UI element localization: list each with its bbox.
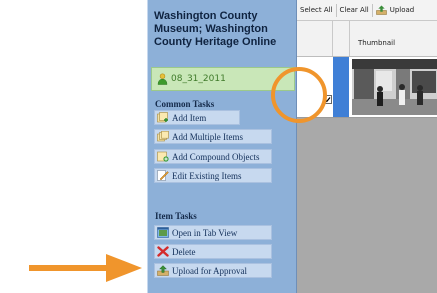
annotation-arrow-icon (29, 254, 142, 282)
task-delete[interactable]: Delete (154, 244, 272, 259)
add-compound-object-icon (157, 151, 169, 162)
task-open-in-tab-view[interactable]: Open in Tab View (154, 225, 272, 240)
task-label: Edit Existing Items (172, 170, 242, 181)
task-add-compound-objects[interactable]: Add Compound Objects (154, 149, 272, 164)
add-multiple-items-icon (157, 131, 169, 142)
upload-icon (157, 265, 169, 276)
common-tasks-title: Common Tasks (155, 99, 215, 109)
task-label: Delete (172, 246, 196, 257)
task-add-multiple-items[interactable]: Add Multiple Items (154, 129, 272, 144)
row-checkbox[interactable] (323, 95, 332, 104)
header-check-cell (297, 21, 333, 56)
upload-icon (375, 5, 387, 15)
grid-toolbar: Select All Clear All Upload (297, 0, 437, 21)
item-tasks-title: Item Tasks (155, 211, 197, 221)
upload-button-label: Upload (389, 6, 415, 14)
upload-button[interactable]: Upload (373, 5, 418, 15)
thumbnail-column-header[interactable]: Thumbnail (358, 39, 395, 47)
select-all-button[interactable]: Select All (297, 6, 336, 14)
item-grid-area: Select All Clear All Upload Thumbnail (297, 0, 437, 293)
task-sidebar: Washington County Museum; Washington Cou… (147, 0, 297, 293)
item-thumbnail[interactable] (352, 59, 437, 115)
task-label: Add Multiple Items (172, 131, 243, 142)
user-icon (156, 73, 168, 85)
grid-header-row: Thumbnail (297, 21, 437, 57)
add-item-icon (157, 112, 169, 123)
task-add-item[interactable]: Add Item (154, 110, 240, 125)
tab-view-icon (157, 227, 169, 238)
task-label: Open in Tab View (172, 227, 238, 238)
task-label: Add Item (172, 112, 207, 123)
task-upload-for-approval[interactable]: Upload for Approval (154, 263, 272, 278)
task-label: Upload for Approval (172, 265, 247, 276)
table-row[interactable] (297, 57, 437, 118)
row-selection-indicator (333, 57, 349, 117)
edit-items-icon (157, 170, 169, 181)
user-box[interactable]: 08_31_2011 (151, 67, 295, 91)
clear-all-button[interactable]: Clear All (337, 6, 372, 14)
user-name: 08_31_2011 (171, 74, 226, 84)
collection-title: Washington County Museum; Washington Cou… (154, 10, 277, 48)
task-edit-existing-items[interactable]: Edit Existing Items (154, 168, 272, 183)
task-label: Add Compound Objects (172, 151, 260, 162)
delete-icon (157, 246, 169, 257)
header-selection-cell (333, 21, 350, 56)
